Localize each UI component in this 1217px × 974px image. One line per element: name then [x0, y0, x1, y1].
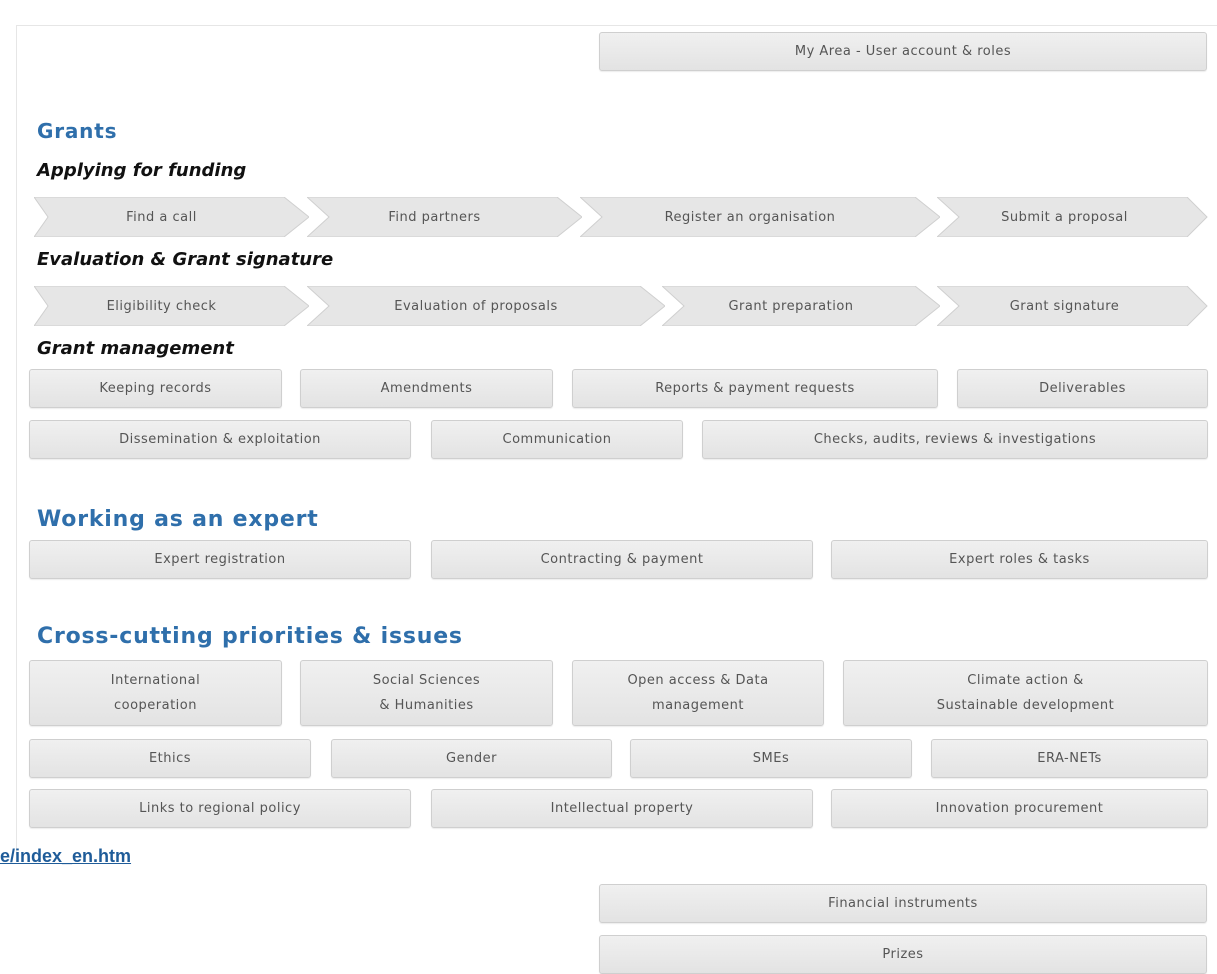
- step-label: Eligibility check: [106, 298, 217, 314]
- regional-policy-button[interactable]: Links to regional policy: [29, 789, 411, 828]
- applying-heading: Applying for funding: [37, 160, 247, 181]
- expert-registration-button[interactable]: Expert registration: [29, 540, 411, 579]
- international-cooperation-button[interactable]: International cooperation: [29, 660, 282, 726]
- button-label: Innovation procurement: [935, 801, 1104, 816]
- step-label: Submit a proposal: [1001, 209, 1128, 225]
- button-label: Deliverables: [1039, 381, 1126, 396]
- era-nets-button[interactable]: ERA-NETs: [931, 739, 1208, 778]
- step-find-a-call[interactable]: Find a call: [34, 197, 309, 237]
- button-label: Checks, audits, reviews & investigations: [813, 432, 1097, 447]
- button-label: Open access & Data management: [627, 673, 769, 713]
- button-label: Reports & payment requests: [655, 381, 855, 396]
- button-label: Dissemination & exploitation: [119, 432, 321, 447]
- expert-roles-button[interactable]: Expert roles & tasks: [831, 540, 1208, 579]
- button-label: Expert roles & tasks: [949, 552, 1090, 567]
- my-area-button[interactable]: My Area - User account & roles: [599, 32, 1207, 71]
- amendments-button[interactable]: Amendments: [300, 369, 553, 408]
- button-label: Amendments: [380, 381, 473, 396]
- innovation-procurement-button[interactable]: Innovation procurement: [831, 789, 1208, 828]
- financial-instruments-button[interactable]: Financial instruments: [599, 884, 1207, 923]
- step-label: Grant preparation: [728, 298, 854, 314]
- step-evaluation-proposals[interactable]: Evaluation of proposals: [307, 286, 665, 326]
- step-grant-signature[interactable]: Grant signature: [937, 286, 1212, 326]
- contracting-payment-button[interactable]: Contracting & payment: [431, 540, 813, 579]
- page-url-link[interactable]: e/index_en.htm: [0, 846, 131, 867]
- step-label: Grant signature: [1009, 298, 1120, 314]
- ethics-button[interactable]: Ethics: [29, 739, 311, 778]
- open-access-button[interactable]: Open access & Data management: [572, 660, 824, 726]
- step-grant-preparation[interactable]: Grant preparation: [662, 286, 940, 326]
- button-label: Links to regional policy: [139, 801, 301, 816]
- communication-button[interactable]: Communication: [431, 420, 683, 459]
- prizes-button[interactable]: Prizes: [599, 935, 1207, 974]
- cross-cutting-heading: Cross-cutting priorities & issues: [37, 624, 463, 649]
- button-label: Financial instruments: [828, 896, 978, 911]
- button-label: Expert registration: [154, 552, 286, 567]
- expert-heading: Working as an expert: [37, 507, 319, 532]
- step-register-organisation[interactable]: Register an organisation: [580, 197, 940, 237]
- grants-heading: Grants: [37, 119, 118, 143]
- my-area-label: My Area - User account & roles: [794, 44, 1012, 59]
- smes-button[interactable]: SMEs: [630, 739, 912, 778]
- button-label: Keeping records: [99, 381, 212, 396]
- button-label: Contracting & payment: [540, 552, 704, 567]
- deliverables-button[interactable]: Deliverables: [957, 369, 1208, 408]
- button-label: Social Sciences & Humanities: [372, 673, 481, 713]
- button-label: Climate action & Sustainable development: [936, 673, 1115, 713]
- dissemination-button[interactable]: Dissemination & exploitation: [29, 420, 411, 459]
- step-submit-proposal[interactable]: Submit a proposal: [937, 197, 1212, 237]
- checks-audits-button[interactable]: Checks, audits, reviews & investigations: [702, 420, 1208, 459]
- step-label: Find a call: [126, 209, 197, 225]
- button-label: ERA-NETs: [1037, 751, 1102, 766]
- button-label: SMEs: [752, 751, 790, 766]
- button-label: Communication: [502, 432, 612, 447]
- social-sciences-button[interactable]: Social Sciences & Humanities: [300, 660, 553, 726]
- keeping-records-button[interactable]: Keeping records: [29, 369, 282, 408]
- step-label: Evaluation of proposals: [394, 298, 558, 314]
- gender-button[interactable]: Gender: [331, 739, 612, 778]
- button-label: Prizes: [882, 947, 924, 962]
- step-label: Find partners: [388, 209, 481, 225]
- evaluation-heading: Evaluation & Grant signature: [37, 249, 334, 270]
- management-heading: Grant management: [37, 338, 234, 359]
- step-find-partners[interactable]: Find partners: [307, 197, 582, 237]
- button-label: International cooperation: [110, 673, 201, 713]
- step-label: Register an organisation: [664, 209, 836, 225]
- step-eligibility-check[interactable]: Eligibility check: [34, 286, 309, 326]
- button-label: Intellectual property: [550, 801, 694, 816]
- button-label: Ethics: [148, 751, 192, 766]
- intellectual-property-button[interactable]: Intellectual property: [431, 789, 813, 828]
- reports-payment-button[interactable]: Reports & payment requests: [572, 369, 938, 408]
- climate-action-button[interactable]: Climate action & Sustainable development: [843, 660, 1208, 726]
- button-label: Gender: [446, 751, 497, 766]
